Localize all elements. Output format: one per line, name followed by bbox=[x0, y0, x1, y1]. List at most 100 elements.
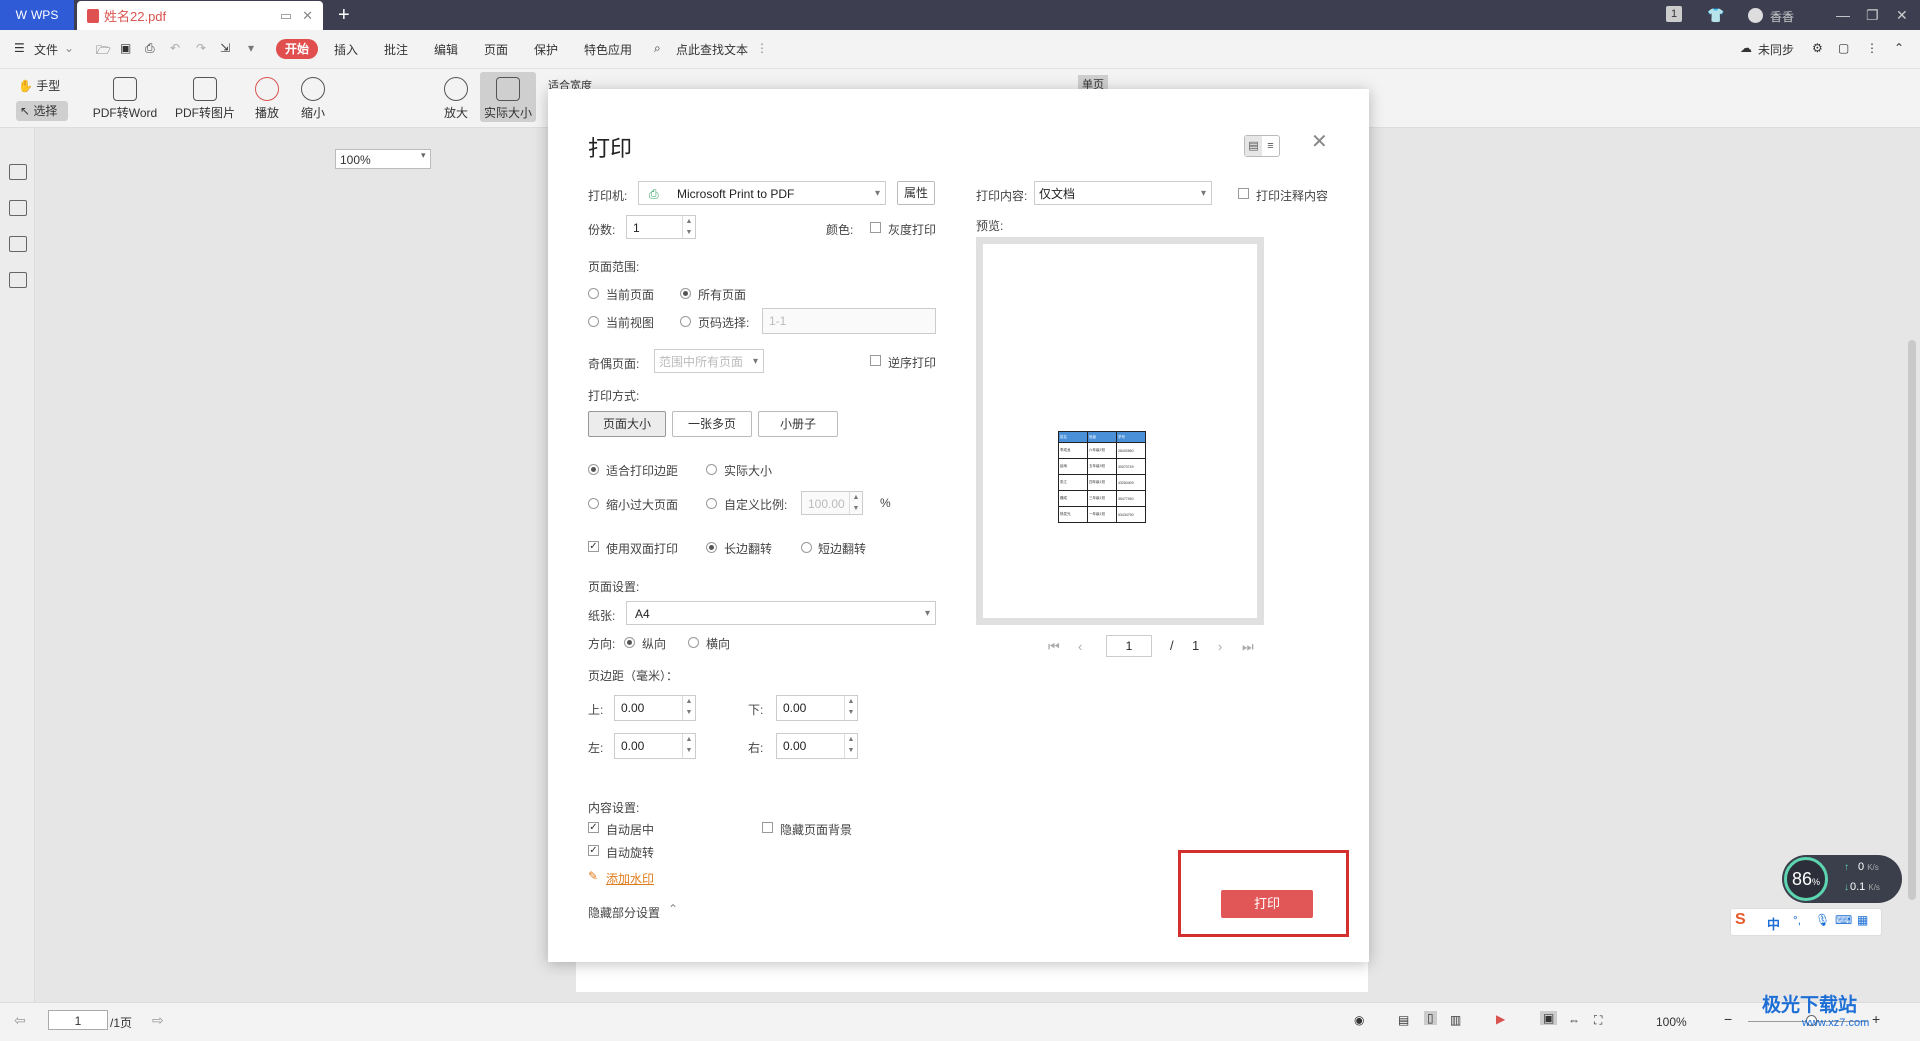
pdf-to-image-button[interactable]: PDF转图片 bbox=[172, 77, 238, 121]
hand-tool-button[interactable]: ✋ 手型 bbox=[18, 77, 68, 94]
short-edge-radio[interactable] bbox=[801, 542, 812, 553]
portrait-radio[interactable] bbox=[624, 637, 635, 648]
prev-preview-icon[interactable]: ‹ bbox=[1078, 639, 1082, 654]
zoom-minus-icon[interactable]: − bbox=[1724, 1011, 1732, 1027]
page-number-input[interactable]: 1 bbox=[48, 1010, 108, 1030]
properties-button[interactable]: 属性 bbox=[897, 181, 935, 205]
more-options-icon[interactable]: ⋮ bbox=[1866, 41, 1878, 55]
eye-protection-icon[interactable]: ◉ bbox=[1354, 1013, 1364, 1027]
dialog-close-icon[interactable]: ✕ bbox=[1311, 129, 1328, 154]
user-name[interactable]: 香香 bbox=[1770, 8, 1794, 25]
right-margin-input[interactable]: 0.00 ▲ ▼ bbox=[776, 733, 858, 759]
attachment-panel-icon[interactable] bbox=[9, 272, 27, 288]
play-mode-icon[interactable]: ▶ bbox=[1496, 1012, 1505, 1026]
menu-insert[interactable]: 插入 bbox=[334, 41, 358, 58]
vertical-scrollbar[interactable] bbox=[1908, 340, 1916, 900]
keyboard-icon[interactable]: ⌨ bbox=[1835, 913, 1852, 927]
next-page-icon[interactable]: ⇨ bbox=[152, 1012, 164, 1029]
bookmark-panel-icon[interactable] bbox=[9, 164, 27, 180]
actual-size-radio[interactable] bbox=[706, 464, 717, 475]
list-view-icon[interactable]: ≡ bbox=[1262, 136, 1279, 156]
play-button[interactable]: 播放 bbox=[252, 77, 282, 121]
select-tool-button[interactable]: ↖ 选择 bbox=[16, 101, 68, 121]
menu-icon[interactable]: ☰ bbox=[14, 41, 25, 55]
menu-page[interactable]: 页面 bbox=[484, 41, 508, 58]
mode-page-size-button[interactable]: 页面大小 bbox=[588, 411, 666, 437]
thumbnail-panel-icon[interactable] bbox=[9, 200, 27, 216]
print-content-select[interactable]: 仅文档 bbox=[1034, 181, 1212, 206]
zoom-plus-icon[interactable]: + bbox=[1872, 1011, 1880, 1027]
ime-language[interactable]: 中 bbox=[1767, 914, 1780, 933]
next-preview-icon[interactable]: › bbox=[1218, 639, 1222, 654]
document-tab[interactable]: 姓名22.pdf ▭ ✕ bbox=[77, 1, 323, 30]
last-page-icon[interactable]: ⏭ bbox=[1242, 639, 1254, 655]
pdf-to-word-button[interactable]: PDF转Word bbox=[90, 77, 160, 121]
fullscreen-icon[interactable]: ⛶ bbox=[1594, 1013, 1602, 1028]
bottom-margin-spinner[interactable]: ▲ ▼ bbox=[844, 696, 857, 720]
copies-spinner[interactable]: ▲ ▼ bbox=[682, 216, 695, 238]
window-close-icon[interactable]: ✕ bbox=[1896, 7, 1908, 24]
undo-icon[interactable]: ↶ bbox=[170, 41, 180, 55]
custom-scale-spinner[interactable]: ▲ ▼ bbox=[849, 492, 862, 514]
ime-toolbar[interactable]: S 中 °, 🎙 ⌨ ▦ bbox=[1730, 908, 1882, 936]
long-edge-radio[interactable] bbox=[706, 542, 717, 553]
preview-page-input[interactable]: 1 bbox=[1106, 635, 1152, 657]
page-select-input[interactable]: 1-1 bbox=[762, 308, 936, 334]
open-folder-icon[interactable]: 🗁 bbox=[96, 41, 111, 62]
reverse-print-checkbox[interactable] bbox=[870, 355, 881, 366]
wps-home-tab[interactable]: W WPS bbox=[0, 0, 74, 30]
punctuation-icon[interactable]: °, bbox=[1793, 913, 1801, 927]
add-watermark-link[interactable]: 添加水印 bbox=[606, 870, 654, 887]
paper-select[interactable]: A4 bbox=[626, 601, 936, 626]
mode-booklet-button[interactable]: 小册子 bbox=[758, 411, 838, 437]
zoom-in-button[interactable]: 放大 bbox=[441, 77, 471, 121]
page-view-icon[interactable]: ▤ bbox=[1245, 136, 1262, 156]
page-count-badge[interactable]: 1 bbox=[1666, 6, 1682, 22]
auto-center-checkbox[interactable]: ✓ bbox=[588, 822, 599, 833]
left-margin-spinner[interactable]: ▲ ▼ bbox=[682, 734, 695, 758]
file-menu[interactable]: 文件 bbox=[34, 41, 58, 58]
first-page-icon[interactable]: ⏮ bbox=[1048, 639, 1060, 655]
status-zoom-value[interactable]: 100% bbox=[1656, 1015, 1687, 1029]
top-margin-spinner[interactable]: ▲ ▼ bbox=[682, 696, 695, 720]
find-text-box[interactable]: 点此查找文本 bbox=[676, 41, 748, 58]
duplex-checkbox[interactable]: ✓ bbox=[588, 541, 599, 552]
annotation-panel-icon[interactable] bbox=[9, 236, 27, 252]
hide-settings-toggle[interactable]: 隐藏部分设置 bbox=[588, 904, 660, 921]
ime-grid-icon[interactable]: ▦ bbox=[1857, 913, 1868, 927]
zoom-chevron-icon[interactable]: ▾ bbox=[421, 150, 426, 161]
actual-size-button[interactable]: 实际大小 bbox=[480, 72, 536, 122]
printer-select[interactable]: ⎙ Microsoft Print to PDF bbox=[638, 181, 886, 206]
minimize-icon[interactable]: — bbox=[1836, 7, 1850, 23]
mode-multi-page-button[interactable]: 一张多页 bbox=[672, 411, 752, 437]
bottom-margin-input[interactable]: 0.00 ▲ ▼ bbox=[776, 695, 858, 721]
dual-page-icon[interactable]: ▤ bbox=[1398, 1013, 1409, 1027]
menu-edit[interactable]: 编辑 bbox=[434, 41, 458, 58]
menu-protect[interactable]: 保护 bbox=[534, 41, 558, 58]
page-select-radio[interactable] bbox=[680, 316, 691, 327]
single-page-view-icon[interactable]: ▯ bbox=[1424, 1011, 1437, 1025]
skin-icon[interactable]: 👕 bbox=[1707, 7, 1724, 24]
odd-even-select[interactable]: 范围中所有页面 bbox=[654, 349, 764, 374]
user-avatar[interactable] bbox=[1748, 8, 1763, 23]
fit-width-icon[interactable]: ⇔ bbox=[1568, 1013, 1580, 1027]
zoom-out-button[interactable]: 缩小 bbox=[298, 77, 328, 121]
shrink-large-radio[interactable] bbox=[588, 498, 599, 509]
collapse-ribbon-icon[interactable]: ⌃ bbox=[1894, 41, 1904, 55]
chevron-up-icon[interactable]: ⌃ bbox=[668, 902, 678, 916]
current-page-radio[interactable] bbox=[588, 288, 599, 299]
custom-scale-input[interactable]: 100.00 ▲ ▼ bbox=[801, 491, 863, 515]
grayscale-checkbox[interactable] bbox=[870, 222, 881, 233]
menu-special[interactable]: 特色应用 bbox=[584, 41, 632, 58]
custom-scale-radio[interactable] bbox=[706, 498, 717, 509]
cloud-icon[interactable]: ☁ bbox=[1740, 41, 1752, 55]
landscape-radio[interactable] bbox=[688, 637, 699, 648]
export-icon[interactable]: ⇲ bbox=[220, 41, 230, 55]
view-toggle[interactable]: ▤ ≡ bbox=[1244, 135, 1280, 157]
redo-icon[interactable]: ↷ bbox=[196, 41, 206, 55]
fit-margin-radio[interactable] bbox=[588, 464, 599, 475]
comment-icon[interactable]: ▢ bbox=[1838, 41, 1849, 55]
hide-background-checkbox[interactable] bbox=[762, 822, 773, 833]
file-menu-chevron-icon[interactable]: ⌄ bbox=[64, 41, 74, 55]
print-annotations-checkbox[interactable] bbox=[1238, 188, 1249, 199]
